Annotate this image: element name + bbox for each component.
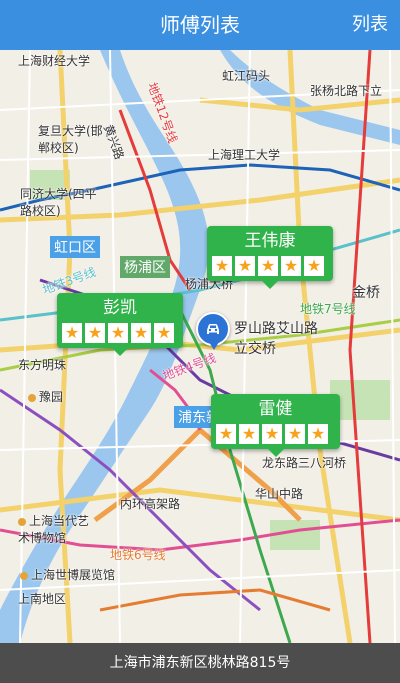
master-card[interactable]: 王伟康 ★ ★ ★ ★ ★ [207,226,333,289]
rating-stars: ★ ★ ★ ★ ★ [207,256,333,281]
star-icon: ★ [258,256,278,276]
map-label: 豫园 [28,388,63,405]
star-icon: ★ [285,424,305,444]
rating-stars: ★ ★ ★ ★ ★ [57,323,183,348]
map-label: 同济大学(四平路校区) [20,187,97,218]
master-name: 王伟康 [244,231,296,251]
map-label: 虹江码头 [222,69,271,83]
star-icon: ★ [235,256,255,276]
star-icon: ★ [308,424,328,444]
map-label: 上海理工大学 [208,148,281,162]
poi-icon [28,393,36,402]
star-icon: ★ [131,323,151,343]
star-icon: ★ [239,424,259,444]
master-name: 雷健 [258,399,293,419]
map-label: 内环高架路 [120,497,181,511]
top-bar: 师傅列表 列表 [0,0,400,50]
map-label: 上海财经大学 [18,54,91,68]
rating-stars: ★ ★ ★ ★ ★ [211,424,340,449]
map-label: 华山中路 [255,487,304,501]
current-location-pin[interactable] [196,312,230,350]
master-card[interactable]: 彭凯 ★ ★ ★ ★ ★ [57,293,183,356]
master-name: 彭凯 [103,298,137,318]
map-label: 复旦大学(邯郸校区) [38,124,103,155]
map-label: 上南地区 [18,592,67,606]
district-label: 虹口区 [50,236,100,258]
card-pointer [262,281,278,289]
map-label: 金桥 [352,285,380,301]
address-bar: 上海市浦东新区桃林路815号 [0,643,400,683]
poi-icon [18,517,26,526]
star-icon: ★ [62,323,82,343]
star-icon: ★ [108,323,128,343]
map-label: 张杨北路下立 [310,84,383,98]
map-label: 上海世博展览馆 [20,566,115,583]
card-pointer [267,449,284,457]
star-icon: ★ [262,424,282,444]
map-label: 罗山路艾山路立交桥 [234,321,318,357]
metro-label: 地铁7号线 [300,302,356,316]
star-icon: ★ [154,323,174,343]
master-card[interactable]: 雷健 ★ ★ ★ ★ ★ [211,394,340,457]
metro-label: 地铁6号线 [110,548,166,562]
page-title: 师傅列表 [160,13,240,37]
map-view[interactable]: 上海财经大学 虹江码头 张杨北路下立 复旦大学(邯郸校区) 上海理工大学 同济大… [0,50,400,643]
pin-pointer [209,342,219,350]
map-label: 上海当代艺术博物馆 [18,514,90,545]
star-icon: ★ [85,323,105,343]
star-icon: ★ [304,256,324,276]
poi-icon [20,571,28,580]
car-icon [207,324,219,334]
map-label: 东方明珠 [18,358,67,372]
star-icon: ★ [212,256,232,276]
star-icon: ★ [216,424,236,444]
current-address: 上海市浦东新区桃林路815号 [109,655,291,671]
district-label: 杨浦区 [120,256,170,278]
card-pointer [112,348,128,356]
star-icon: ★ [281,256,301,276]
list-button[interactable]: 列表 [352,0,388,50]
